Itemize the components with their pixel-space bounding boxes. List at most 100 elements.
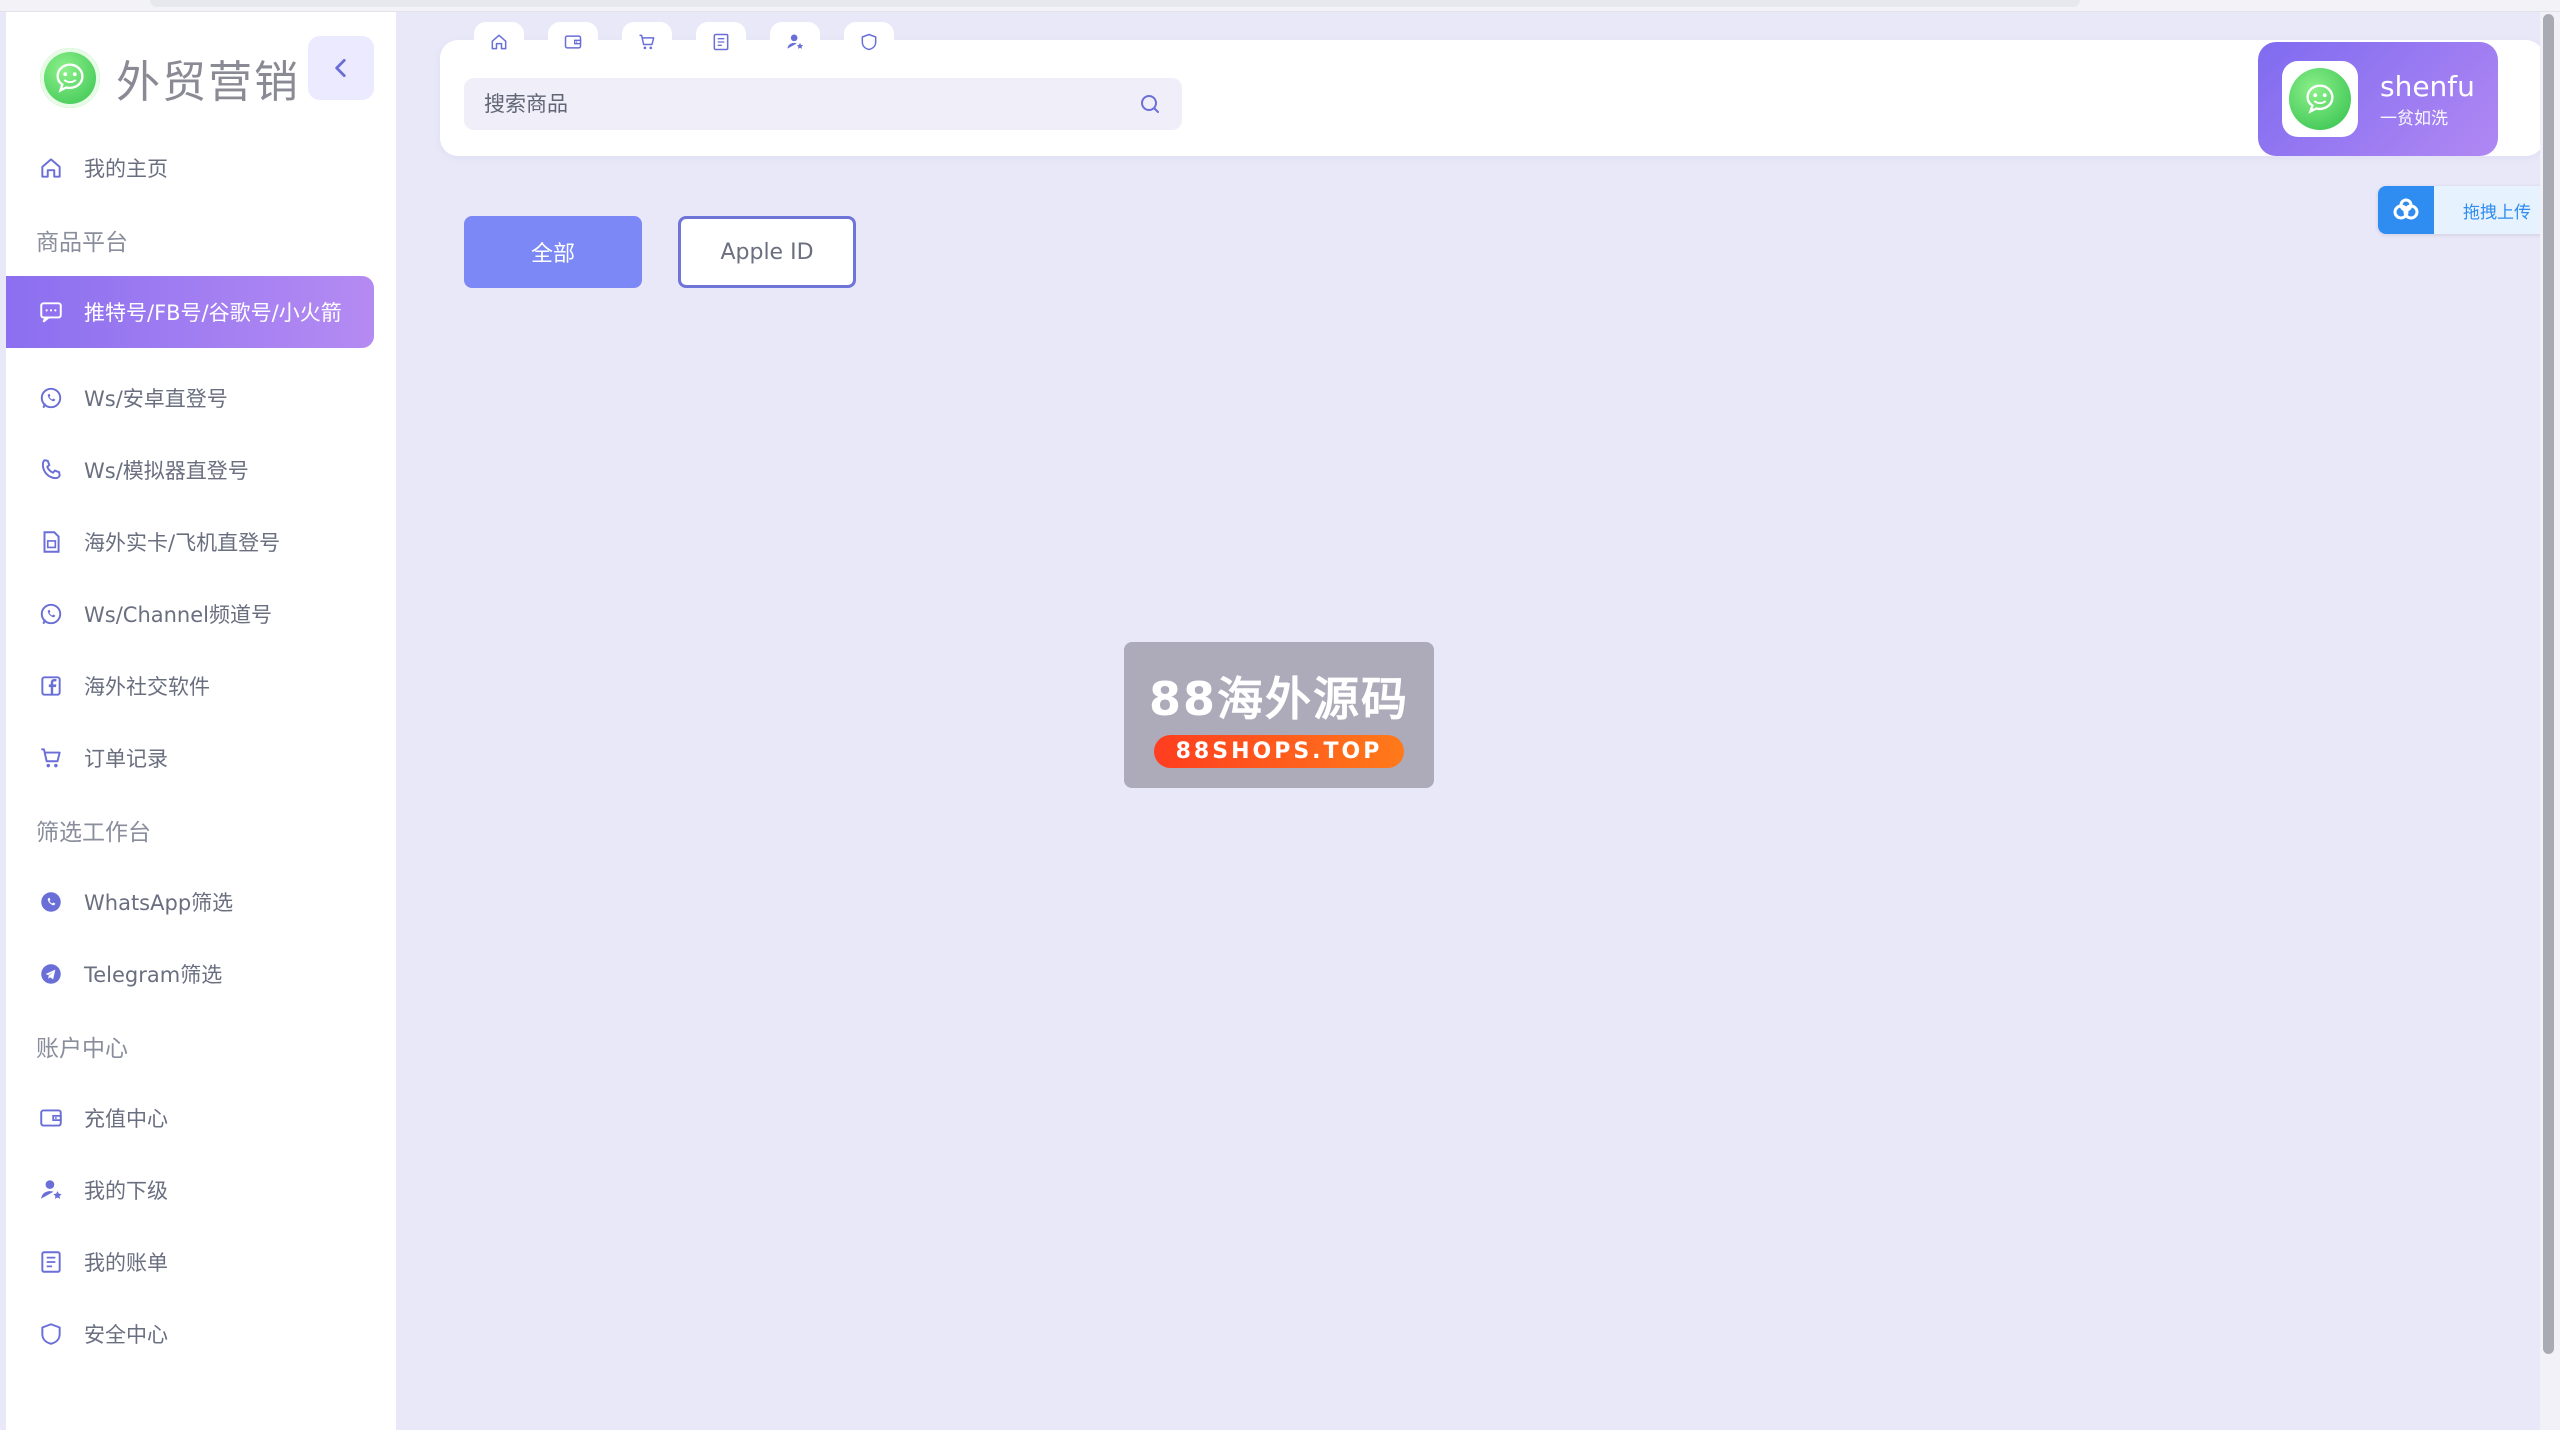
sidebar-item-label: 推特号/FB号/谷歌号/小火箭 — [84, 301, 342, 325]
facebook-icon — [36, 671, 66, 701]
sidebar-item[interactable]: WhatsApp筛选 — [6, 866, 396, 938]
sidebar-item-label: Ws/Channel频道号 — [84, 603, 272, 627]
sim-card-icon — [36, 527, 66, 557]
cart-icon — [639, 34, 655, 50]
sidebar-item-label: Ws/安卓直登号 — [84, 387, 228, 411]
telegram-icon — [41, 964, 61, 984]
phone-icon — [41, 459, 61, 480]
brand-name: 外贸营销 — [116, 57, 300, 108]
home-icon — [41, 158, 61, 178]
user-info: shenfu 一贫如洗 — [2380, 70, 2475, 129]
sidebar-item[interactable]: 我的主页 — [6, 132, 396, 204]
sidebar-item-label: 海外实卡/飞机直登号 — [84, 531, 281, 555]
frog-avatar-icon — [2289, 68, 2351, 130]
shield-icon — [36, 1319, 66, 1349]
sidebar-item[interactable]: 我的账单 — [6, 1226, 396, 1298]
sidebar-item[interactable]: 海外社交软件 — [6, 650, 396, 722]
facebook-icon — [41, 676, 61, 696]
whatsapp-icon — [40, 387, 62, 409]
quick-tab-user-star[interactable] — [770, 22, 820, 62]
brand[interactable]: 外贸营销 — [40, 38, 300, 118]
whatsapp-icon — [36, 599, 66, 629]
user-star-icon — [787, 34, 804, 49]
home-icon — [36, 153, 66, 183]
user-star-icon — [36, 1175, 66, 1205]
app-window: 外贸营销 我的主页商品平台推特号/FB号/谷歌号/小火箭 Ws/安卓直登号 Ws/模… — [0, 0, 2560, 1430]
quick-tab-cart[interactable] — [622, 22, 672, 62]
avatar — [2282, 61, 2358, 137]
sidebar-item[interactable]: 订单记录 — [6, 722, 396, 794]
quick-access-tabs — [474, 22, 894, 62]
address-bar-edge — [150, 0, 2080, 7]
chevron-left-icon — [335, 59, 346, 77]
drag-upload-widget[interactable]: 拖拽上传 — [2378, 186, 2560, 234]
watermark-badge: 88SHOPS.TOP — [1153, 734, 1405, 768]
sidebar-section-title: 账户中心 — [36, 1036, 128, 1062]
search-input[interactable] — [484, 92, 1138, 116]
category-filter-bar: 全部 Apple ID — [464, 216, 856, 288]
sidebar-item-label: 我的账单 — [84, 1251, 168, 1275]
sidebar-item-label: 订单记录 — [84, 747, 168, 771]
cart-icon — [36, 743, 66, 773]
sidebar-item-label: 充值中心 — [84, 1107, 168, 1131]
whatsapp-icon — [36, 383, 66, 413]
watermark-title: 88海外源码 — [1148, 671, 1409, 726]
sidebar-section-title: 筛选工作台 — [36, 820, 151, 846]
user-motto: 一贫如洗 — [2380, 108, 2448, 129]
frog-logo-icon — [40, 48, 100, 108]
sidebar-item-label: 海外社交软件 — [84, 675, 210, 699]
sidebar-item[interactable]: 海外实卡/飞机直登号 — [6, 506, 396, 578]
search-icon[interactable] — [1138, 92, 1162, 116]
sidebar: 外贸营销 我的主页商品平台推特号/FB号/谷歌号/小火箭 Ws/安卓直登号 Ws/模… — [6, 12, 396, 1430]
user-card[interactable]: shenfu 一贫如洗 — [2258, 42, 2498, 156]
browser-top-strip — [0, 0, 2560, 12]
bill-icon — [36, 1247, 66, 1277]
quick-tab-home[interactable] — [474, 22, 524, 62]
collapse-sidebar-button[interactable] — [308, 36, 374, 100]
scrollbar-thumb[interactable] — [2543, 14, 2554, 1354]
whatsapp-filled-icon — [41, 892, 61, 912]
wallet-icon — [36, 1103, 66, 1133]
phone-icon — [36, 455, 66, 485]
sidebar-item[interactable]: Ws/Channel频道号 — [6, 578, 396, 650]
message-icon — [40, 302, 62, 323]
shield-icon — [41, 1323, 61, 1345]
sidebar-item[interactable]: Ws/安卓直登号 — [6, 362, 396, 434]
sim-card-icon — [43, 531, 60, 553]
shield-icon — [861, 33, 877, 51]
user-star-icon — [41, 1180, 62, 1199]
home-icon — [491, 34, 507, 50]
sidebar-item[interactable]: 推特号/FB号/谷歌号/小火箭 — [6, 276, 374, 348]
sidebar-item[interactable]: Telegram筛选 — [6, 938, 396, 1010]
sidebar-item[interactable]: Ws/模拟器直登号 — [6, 434, 396, 506]
filter-apple-id-button[interactable]: Apple ID — [678, 216, 856, 288]
sidebar-item[interactable]: 安全中心 — [6, 1298, 396, 1370]
sidebar-item-label: 我的下级 — [84, 1179, 168, 1203]
sidebar-section-title: 商品平台 — [36, 230, 128, 256]
wallet-icon — [564, 35, 582, 49]
bill-icon — [41, 1251, 61, 1273]
username: shenfu — [2380, 69, 2475, 103]
sidebar-item-label: Ws/模拟器直登号 — [84, 459, 249, 483]
filter-all-button[interactable]: 全部 — [464, 216, 642, 288]
watermark: 88海外源码 88SHOPS.TOP — [1124, 642, 1434, 788]
sidebar-item[interactable]: 充值中心 — [6, 1082, 396, 1154]
bill-icon — [713, 33, 729, 51]
sidebar-item-label: WhatsApp筛选 — [84, 891, 234, 915]
cart-icon — [41, 748, 61, 768]
whatsapp-filled-icon — [36, 887, 66, 917]
message-icon — [36, 297, 66, 327]
wallet-icon — [40, 1109, 62, 1127]
sidebar-item-label: Telegram筛选 — [84, 963, 223, 987]
sidebar-menu: 我的主页商品平台推特号/FB号/谷歌号/小火箭 Ws/安卓直登号 Ws/模拟器直登号… — [6, 132, 396, 1370]
telegram-icon — [36, 959, 66, 989]
whatsapp-icon — [40, 603, 62, 625]
sidebar-item[interactable]: 我的下级 — [6, 1154, 396, 1226]
sidebar-item-label: 安全中心 — [84, 1323, 168, 1347]
sidebar-item-label: 我的主页 — [84, 157, 168, 181]
quick-tab-wallet[interactable] — [548, 22, 598, 62]
quick-tab-bill[interactable] — [696, 22, 746, 62]
search-box — [464, 78, 1182, 130]
quick-tab-shield[interactable] — [844, 22, 894, 62]
baidu-cloud-icon — [2378, 186, 2434, 234]
